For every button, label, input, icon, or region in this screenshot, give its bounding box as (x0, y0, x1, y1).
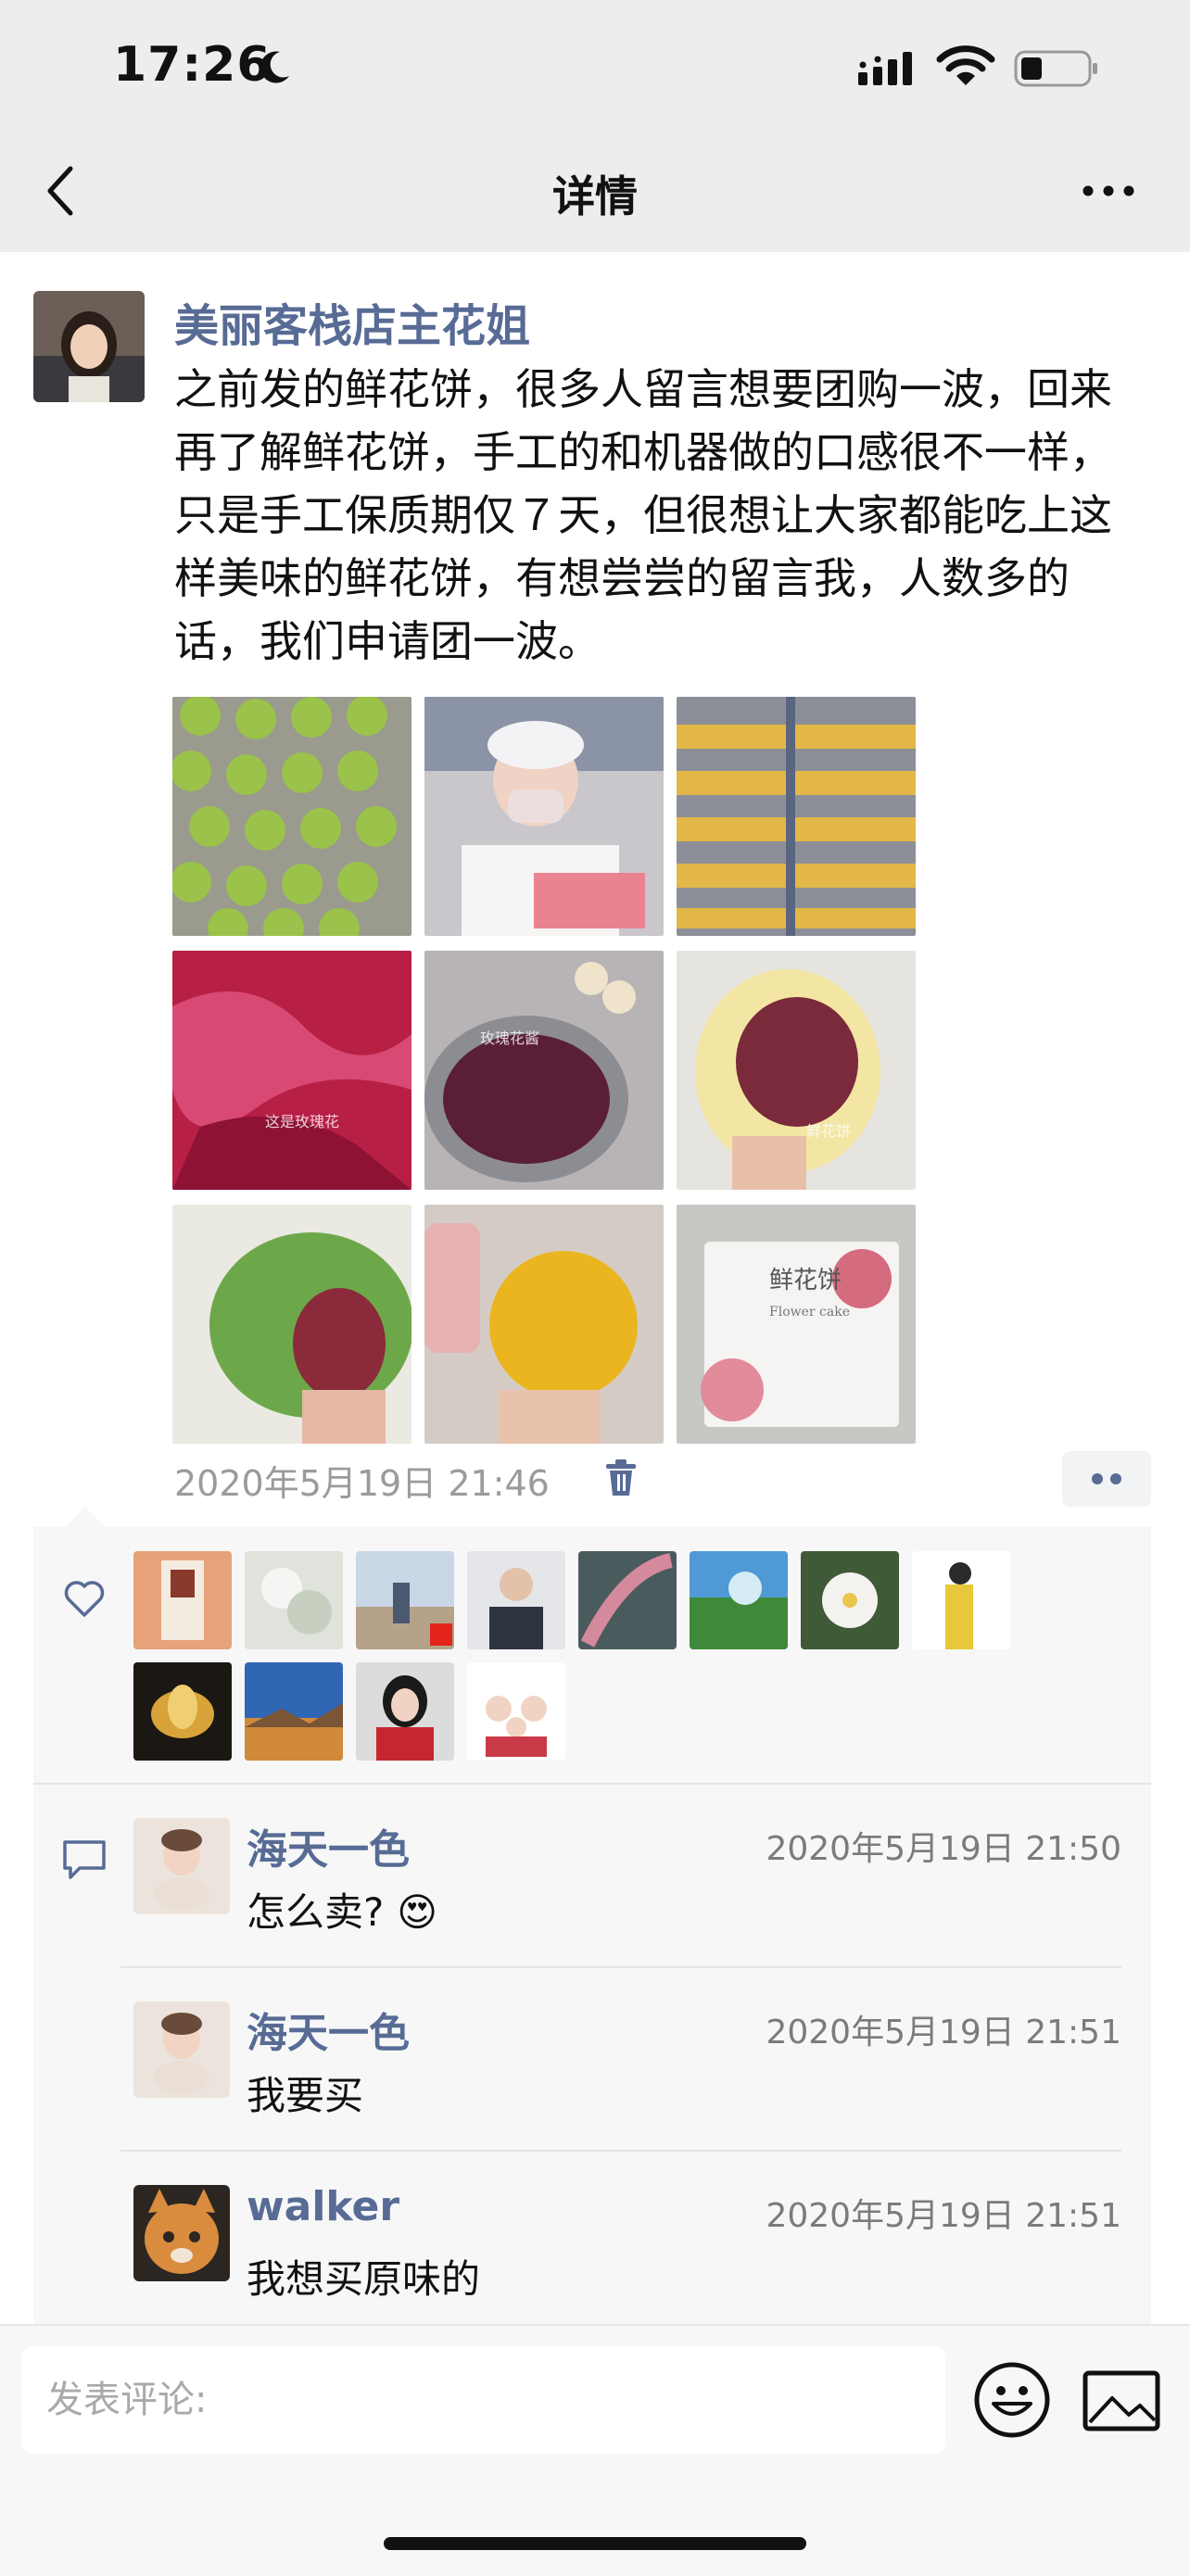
comment-time: 2020年5月19日 21:50 (766, 1830, 1121, 1868)
photo-grid: 这是玫瑰花 玫瑰花酱 鲜花饼 鲜花饼 Flower cake (172, 697, 916, 1444)
photo-rose-petals[interactable]: 这是玫瑰花 (172, 951, 411, 1190)
comment-time: 2020年5月19日 21:51 (766, 2014, 1121, 2052)
comment-divider (120, 1966, 1121, 1968)
commenter-avatar[interactable] (133, 2185, 230, 2281)
like-comment-action-button[interactable] (1062, 1451, 1151, 1507)
likes-comments-divider (33, 1783, 1151, 1785)
liker-avatar[interactable] (133, 1662, 232, 1761)
comment-icon (63, 1840, 106, 1879)
photo-rose-jam-bowl[interactable]: 玫瑰花酱 (424, 951, 664, 1190)
svg-text:这是玫瑰花: 这是玫瑰花 (265, 1113, 339, 1130)
image-icon[interactable] (1082, 2370, 1160, 2431)
panel-notch (65, 1507, 106, 1527)
post-timestamp: 2020年5月19日 21:46 (174, 1463, 550, 1504)
status-time: 17:26 (113, 37, 272, 93)
svg-text:玫瑰花酱: 玫瑰花酱 (480, 1029, 539, 1047)
commenter-avatar[interactable] (133, 1818, 230, 1914)
photo-flower-cake-package[interactable]: 鲜花饼 Flower cake (677, 1205, 916, 1444)
photo-green-cakes-tray[interactable] (172, 697, 411, 936)
liker-avatar[interactable] (690, 1551, 788, 1649)
liker-avatar[interactable] (801, 1551, 899, 1649)
comment-author[interactable]: 海天一色 (247, 1816, 410, 1875)
svg-text:Flower cake: Flower cake (769, 1305, 850, 1320)
comment-divider (120, 2150, 1121, 2152)
post-author-name[interactable]: 美丽客栈店主花姐 (174, 289, 530, 354)
comment-input[interactable] (22, 2346, 945, 2454)
heart-eyes-emoji: 😍 (397, 1889, 438, 1935)
comment-time: 2020年5月19日 21:51 (766, 2197, 1121, 2235)
moon-icon (260, 51, 289, 83)
comment-text: 我想买原味的 (247, 2256, 481, 2302)
liker-avatar[interactable] (356, 1551, 454, 1649)
liker-avatar[interactable] (467, 1551, 565, 1649)
battery-icon (1014, 50, 1097, 87)
comment-text: 怎么卖? 😍 (247, 1889, 438, 1935)
photo-matcha-cake[interactable] (172, 1205, 411, 1444)
post-text: 之前发的鲜花饼，很多人留言想要团购一波，回来再了解鲜花饼，手工的和机器做的口感很… (174, 364, 1112, 666)
svg-text:鲜花饼: 鲜花饼 (769, 1267, 842, 1294)
liker-avatar[interactable] (578, 1551, 677, 1649)
liker-avatar[interactable] (133, 1551, 232, 1649)
liker-avatar[interactable] (245, 1662, 343, 1761)
photo-baking-racks[interactable] (677, 697, 916, 936)
photo-yellow-cake[interactable] (424, 1205, 664, 1444)
more-options-icon[interactable] (1081, 182, 1136, 200)
trash-icon[interactable] (604, 1458, 638, 1497)
svg-text:鲜花饼: 鲜花饼 (806, 1122, 851, 1140)
emoji-icon[interactable] (973, 2361, 1051, 2439)
comment-author[interactable]: walker (247, 2183, 399, 2230)
commenter-avatar[interactable] (133, 2001, 230, 2098)
wifi-icon (936, 45, 995, 85)
liker-avatar[interactable] (245, 1551, 343, 1649)
photo-worker-portrait[interactable] (424, 697, 664, 936)
comment-text: 我要买 (247, 2073, 364, 2118)
liker-avatar[interactable] (467, 1662, 565, 1761)
comment-author[interactable]: 海天一色 (247, 2000, 410, 2059)
page-title: 详情 (552, 171, 638, 221)
two-dots-icon (1092, 1473, 1121, 1484)
photo-cake-cross-section[interactable]: 鲜花饼 (677, 951, 916, 1190)
heart-icon (64, 1581, 105, 1617)
home-indicator (384, 2537, 806, 2550)
liker-avatar[interactable] (912, 1551, 1010, 1649)
cellular-signal-icon (858, 52, 912, 85)
liker-avatar[interactable] (356, 1662, 454, 1761)
author-avatar[interactable] (33, 291, 145, 402)
